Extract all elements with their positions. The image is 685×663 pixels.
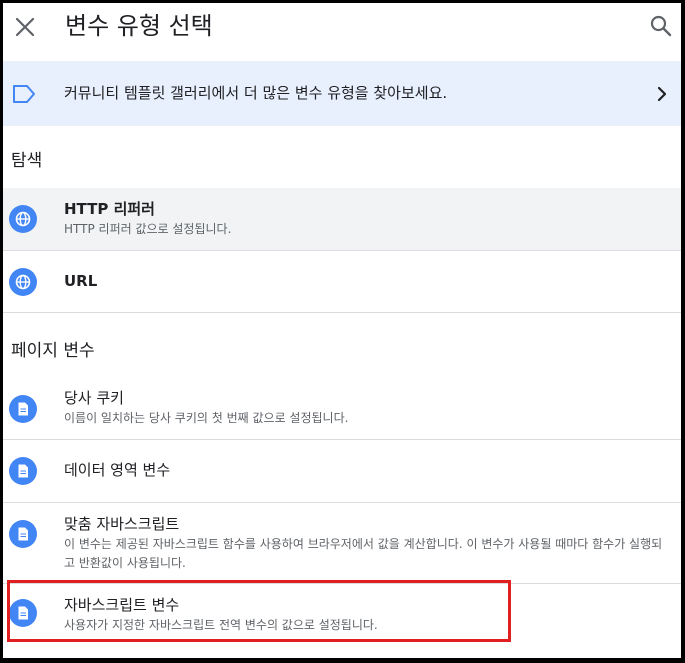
search-icon [650,15,672,37]
item-name: 데이터 영역 변수 [64,461,171,479]
chevron-right-icon [657,86,667,102]
document-icon [9,395,37,423]
item-name: 맞춤 자바스크립트 [64,515,180,533]
section-title-page-variables: 페이지 변수 [11,341,95,361]
document-icon [9,599,37,627]
banner-text: 커뮤니티 템플릿 갤러리에서 더 많은 변수 유형을 찾아보세요. [64,84,448,102]
document-icon [9,457,37,485]
variable-item-http-referrer[interactable]: HTTP 리퍼러 HTTP 리퍼러 값으로 설정됩니다. [3,188,681,251]
section-title-navigation: 탐색 [11,151,43,171]
variable-item-javascript-variable[interactable]: 자바스크립트 변수 사용자가 지정한 자바스크립트 전역 변수의 값으로 설정됩… [3,584,681,644]
community-gallery-banner[interactable]: 커뮤니티 템플릿 갤러리에서 더 많은 변수 유형을 찾아보세요. [3,61,681,126]
variable-item-first-party-cookie[interactable]: 당사 쿠키 이름이 일치하는 당사 쿠키의 첫 번째 값으로 설정됩니다. [3,378,681,440]
search-button[interactable] [648,13,674,39]
panel-header: 변수 유형 선택 [3,3,681,53]
item-description: 이 변수는 제공된 자바스크립트 함수를 사용하여 브라우저에서 값을 계산합니… [64,537,663,570]
item-name: URL [64,272,98,290]
item-name: HTTP 리퍼러 [64,200,155,218]
document-icon [9,520,37,548]
item-description: HTTP 리퍼러 값으로 설정됩니다. [64,222,232,236]
item-name: 당사 쿠키 [64,389,124,407]
tag-icon [13,85,35,103]
close-icon [15,17,35,37]
page-title: 변수 유형 선택 [65,12,213,40]
item-description: 사용자가 지정한 자바스크립트 전역 변수의 값으로 설정됩니다. [64,618,378,632]
variable-type-panel: 변수 유형 선택 커뮤니티 템플릿 갤러리에서 더 많은 변수 유형을 찾아보세… [3,3,681,658]
globe-icon [9,205,37,233]
close-button[interactable] [11,13,39,41]
variable-item-data-layer[interactable]: 데이터 영역 변수 [3,440,681,503]
item-description: 이름이 일치하는 당사 쿠키의 첫 번째 값으로 설정됩니다. [64,411,349,425]
globe-icon [9,268,37,296]
item-name: 자바스크립트 변수 [64,596,180,614]
variable-item-custom-javascript[interactable]: 맞춤 자바스크립트 이 변수는 제공된 자바스크립트 함수를 사용하여 브라우저… [3,503,681,584]
variable-item-url[interactable]: URL [3,251,681,313]
